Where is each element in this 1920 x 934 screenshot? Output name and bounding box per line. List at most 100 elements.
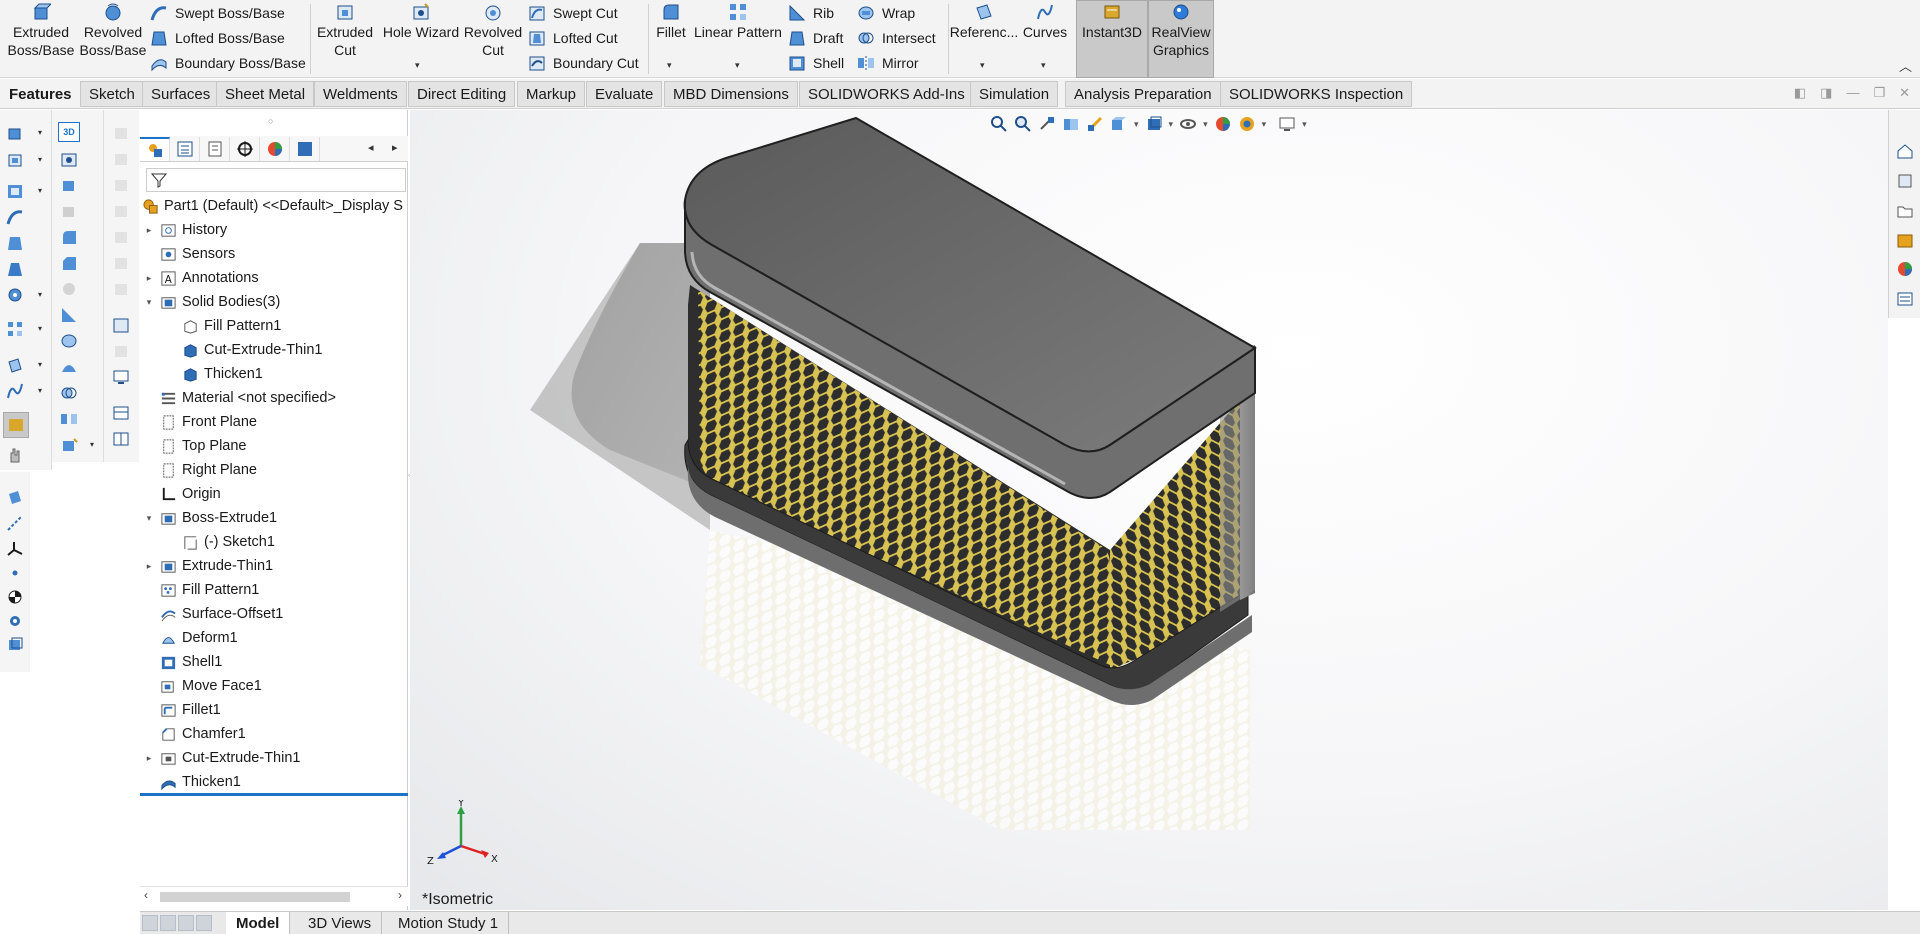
- expand-arrow-icon[interactable]: ▸: [144, 273, 154, 284]
- hide-show-dropdown[interactable]: ▾: [1203, 119, 1208, 130]
- curves-button[interactable]: Curves: [1018, 2, 1072, 41]
- revolved-cut-button[interactable]: Revolved Cut: [462, 2, 524, 59]
- scroll-thumb[interactable]: [160, 892, 350, 902]
- tile-left-icon[interactable]: ◧: [1794, 85, 1806, 101]
- mate-reference-icon[interactable]: [6, 612, 24, 630]
- extrude-icon[interactable]: [6, 124, 24, 142]
- view-settings-icon[interactable]: [1278, 115, 1296, 133]
- extruded-cut-button[interactable]: Extruded Cut: [314, 2, 376, 59]
- expand-arrow-icon[interactable]: ▸: [144, 225, 154, 236]
- realview-graphics-button[interactable]: RealView Graphics: [1148, 2, 1214, 59]
- toolbar-dropdown[interactable]: ▾: [38, 128, 42, 137]
- dome-icon[interactable]: [60, 358, 78, 376]
- edit-appearance-icon[interactable]: [1214, 115, 1232, 133]
- instant3d-button[interactable]: Instant3D: [1076, 2, 1148, 41]
- extruded-boss-button[interactable]: Extruded Boss/Base: [8, 2, 74, 59]
- boss-icon[interactable]: [60, 176, 78, 194]
- draft-button[interactable]: Draft: [788, 27, 843, 49]
- expand-arrow-icon[interactable]: ▸: [144, 753, 154, 764]
- tab-propertymanager[interactable]: [170, 137, 200, 161]
- plane-icon[interactable]: [6, 488, 24, 506]
- table-icon[interactable]: [112, 430, 130, 448]
- tree-item-deform1[interactable]: Deform1: [160, 626, 238, 650]
- curves-icon[interactable]: [6, 382, 24, 400]
- zoom-to-fit-icon[interactable]: [990, 115, 1008, 133]
- rib-icon[interactable]: [60, 306, 78, 324]
- coordinate-system-icon[interactable]: [6, 540, 24, 558]
- tree-item-sketch1[interactable]: (-) Sketch1: [182, 530, 275, 554]
- hole-icon[interactable]: [60, 150, 78, 168]
- tab-analysis-preparation[interactable]: Analysis Preparation: [1065, 81, 1221, 107]
- file-explorer-icon[interactable]: [1896, 202, 1914, 220]
- hand-icon[interactable]: [6, 446, 24, 464]
- reference-icon[interactable]: [6, 356, 24, 374]
- tree-item-history[interactable]: ▸ History: [144, 218, 227, 242]
- tab-surfaces[interactable]: Surfaces: [142, 81, 220, 107]
- appearances-icon[interactable]: [1896, 260, 1914, 278]
- tree-item-surface-offset1[interactable]: Surface-Offset1: [160, 602, 283, 626]
- chamfer-icon[interactable]: [60, 254, 78, 272]
- scroll-left-icon[interactable]: ‹: [144, 888, 148, 902]
- panel-grip-icon[interactable]: ○: [268, 116, 273, 126]
- reference-geometry-button[interactable]: Referenc...: [950, 2, 1018, 41]
- hide-show-items-icon[interactable]: [1179, 115, 1197, 133]
- last-tab-icon[interactable]: [196, 915, 212, 931]
- view-orientation-dropdown[interactable]: ▾: [1134, 119, 1139, 130]
- toolbar-dropdown[interactable]: ▾: [38, 155, 42, 164]
- display-icon[interactable]: [112, 368, 130, 386]
- tree-item-body-fill-pattern1[interactable]: Fill Pattern1: [182, 314, 281, 338]
- tree-item-boss-extrude1[interactable]: ▾ Boss-Extrude1: [144, 506, 277, 530]
- boundary-boss-button[interactable]: Boundary Boss/Base: [150, 52, 306, 74]
- tab-sheet-metal[interactable]: Sheet Metal: [216, 81, 315, 107]
- tabs-scroll-left-icon[interactable]: ◂: [368, 141, 374, 154]
- bounding-box-icon[interactable]: [6, 636, 24, 654]
- point-icon[interactable]: [6, 564, 24, 582]
- curves-dropdown[interactable]: ▾: [1041, 60, 1046, 71]
- next-tab-icon[interactable]: [178, 915, 194, 931]
- tab-dimxpertmanager[interactable]: [230, 137, 260, 161]
- tab-extra[interactable]: [290, 137, 320, 161]
- previous-view-icon[interactable]: [1038, 115, 1056, 133]
- tree-item-body-thicken1[interactable]: Thicken1: [182, 362, 263, 386]
- revolved-boss-button[interactable]: Revolved Boss/Base: [80, 2, 146, 59]
- tree-item-extrude-thin1[interactable]: ▸ Extrude-Thin1: [144, 554, 273, 578]
- tab-solidworks-inspection[interactable]: SOLIDWORKS Inspection: [1220, 81, 1413, 107]
- tree-item-top-plane[interactable]: Top Plane: [160, 434, 247, 458]
- tab-direct-editing[interactable]: Direct Editing: [408, 81, 516, 107]
- tree-item-chamfer1[interactable]: Chamfer1: [160, 722, 246, 746]
- tab-solidworks-addins[interactable]: SOLIDWORKS Add-Ins: [799, 81, 974, 107]
- feature-tree-filter[interactable]: [146, 168, 406, 192]
- apply-scene-icon[interactable]: [1238, 115, 1256, 133]
- toolbar-dropdown[interactable]: ▾: [90, 440, 94, 449]
- axis-icon[interactable]: [6, 514, 24, 532]
- table-icon[interactable]: [112, 404, 130, 422]
- collapse-arrow-icon[interactable]: ▾: [144, 513, 154, 524]
- display-style-dropdown[interactable]: ▾: [1169, 119, 1174, 130]
- view-settings-dropdown[interactable]: ▾: [1302, 119, 1307, 130]
- graphics-area[interactable]: ▾ ▾ ▾ ▾ ▾: [410, 110, 1888, 910]
- first-tab-icon[interactable]: [142, 915, 158, 931]
- tree-item-material[interactable]: Material <not specified>: [160, 386, 336, 410]
- tab-3d-views[interactable]: 3D Views: [298, 912, 383, 934]
- tree-root-part[interactable]: Part1 (Default) <<Default>_Display S: [142, 194, 403, 218]
- tree-item-shell1[interactable]: Shell1: [160, 650, 222, 674]
- tab-mbd-dimensions[interactable]: MBD Dimensions: [664, 81, 798, 107]
- close-icon[interactable]: ✕: [1899, 85, 1910, 101]
- tab-simulation[interactable]: Simulation: [970, 81, 1059, 107]
- tab-evaluate[interactable]: Evaluate: [586, 81, 663, 107]
- tabs-scroll-right-icon[interactable]: ▸: [392, 141, 398, 154]
- tab-motion-study-1[interactable]: Motion Study 1: [388, 912, 510, 934]
- draft-icon[interactable]: [6, 260, 24, 278]
- tree-item-cut-extrude-thin1[interactable]: ▸ Cut-Extrude-Thin1: [144, 746, 301, 770]
- minimize-icon[interactable]: —: [1846, 85, 1859, 101]
- shell-button[interactable]: Shell: [788, 52, 844, 74]
- hole-wizard-dropdown[interactable]: ▾: [415, 60, 420, 71]
- home-icon[interactable]: [1896, 142, 1914, 160]
- section-view-icon[interactable]: [1062, 115, 1080, 133]
- 3d-sketch-icon[interactable]: 3D: [58, 122, 80, 142]
- intersect-button[interactable]: Intersect: [857, 27, 936, 49]
- tab-model[interactable]: Model: [226, 912, 291, 934]
- tree-item-origin[interactable]: Origin: [160, 482, 221, 506]
- toolbar-dropdown[interactable]: ▾: [38, 186, 42, 195]
- tree-item-front-plane[interactable]: Front Plane: [160, 410, 257, 434]
